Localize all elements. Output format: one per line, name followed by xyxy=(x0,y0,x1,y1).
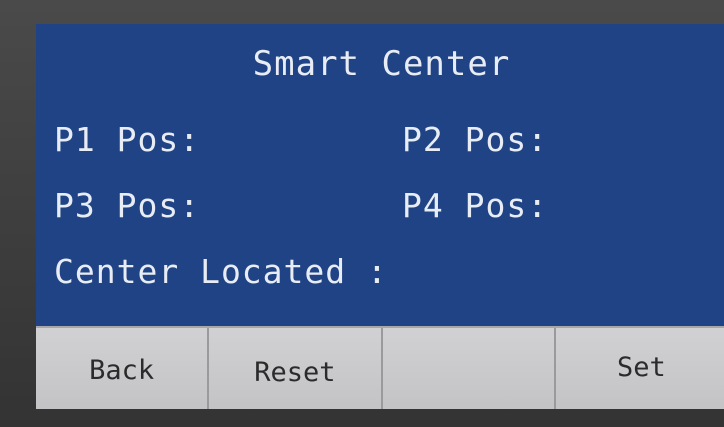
softkey-bar: Back Reset Set xyxy=(36,326,724,409)
lcd-screen: Smart Center P1 Pos: P2 Pos: P3 Pos: P4 … xyxy=(36,24,724,409)
p2-position-label: P2 Pos: xyxy=(402,120,549,159)
set-button[interactable]: Set xyxy=(555,328,724,409)
page-title: Smart Center xyxy=(252,44,511,84)
reset-button[interactable]: Reset xyxy=(209,328,383,409)
back-button[interactable]: Back xyxy=(36,328,210,409)
p4-position-label: P4 Pos: xyxy=(402,186,549,225)
center-located-label: Center Located : xyxy=(54,252,388,291)
empty-softkey-button[interactable] xyxy=(382,328,556,409)
p1-position-label: P1 Pos: xyxy=(54,120,201,159)
p3-position-label: P3 Pos: xyxy=(54,186,201,225)
